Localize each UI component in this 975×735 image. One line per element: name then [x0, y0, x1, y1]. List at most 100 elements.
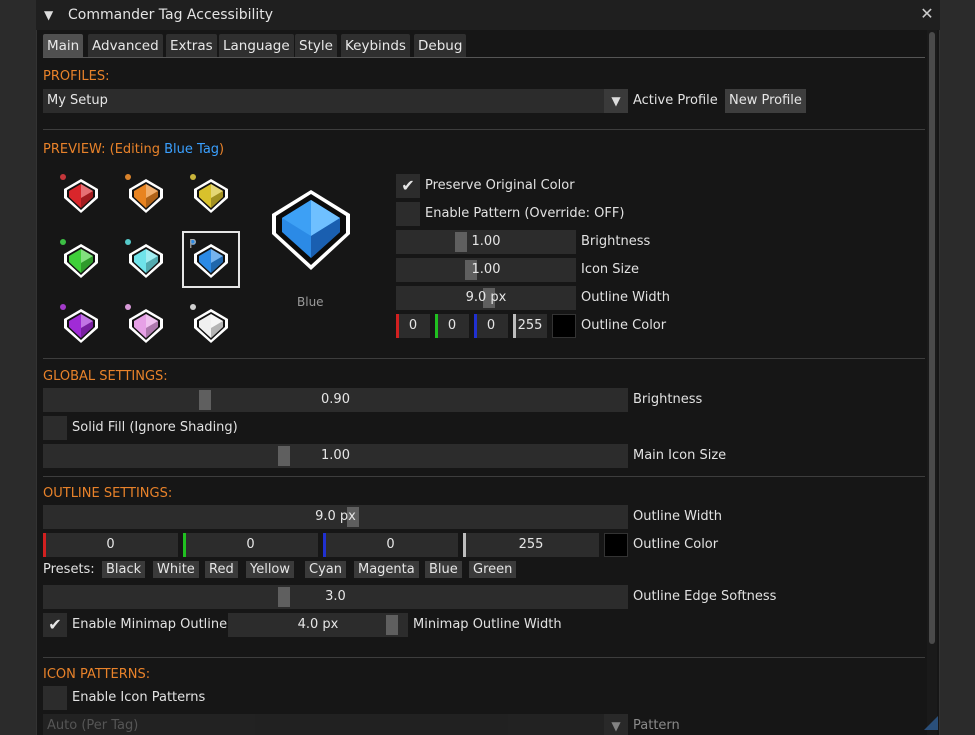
preview-outline-color-swatch[interactable]	[552, 314, 576, 338]
tab-language[interactable]: Language	[219, 34, 294, 58]
tab-style[interactable]: Style	[295, 34, 337, 58]
outline-edge-softness-slider[interactable]: 3.0	[43, 585, 628, 609]
outline-green-channel[interactable]: 0	[183, 533, 318, 557]
enable-icon-patterns-checkbox[interactable]	[43, 686, 67, 710]
separator	[43, 476, 925, 477]
preview-icon-size-slider[interactable]: 1.00	[396, 258, 576, 282]
tag-orange-icon[interactable]	[126, 176, 166, 216]
preview-green-channel[interactable]: 0	[435, 314, 469, 338]
selected-marker: P	[189, 237, 197, 251]
global-brightness-slider[interactable]: 0.90	[43, 388, 628, 412]
outline-blue-channel[interactable]: 0	[323, 533, 458, 557]
preset-magenta-button[interactable]: Magenta	[354, 561, 419, 578]
global-brightness-label: Brightness	[633, 392, 703, 407]
tab-advanced[interactable]: Advanced	[88, 34, 163, 58]
outline-color-label: Outline Color	[633, 537, 719, 552]
minimap-outline-width-slider[interactable]: 4.0 px	[228, 613, 408, 637]
minimap-outline-label: Enable Minimap Outline	[72, 617, 228, 632]
preview-header-tag: Blue Tag	[164, 142, 220, 157]
channel-value: 0	[486, 318, 496, 333]
separator	[43, 358, 925, 359]
tag-red-icon[interactable]	[61, 176, 101, 216]
preset-black-button[interactable]: Black	[102, 561, 146, 578]
slider-value: 1.00	[471, 234, 501, 249]
enable-pattern-checkbox[interactable]	[396, 202, 420, 226]
preset-yellow-button[interactable]: Yellow	[246, 561, 295, 578]
tag-purple-icon[interactable]	[61, 306, 101, 346]
preview-header-suffix: )	[219, 142, 225, 157]
preserve-color-checkbox[interactable]: ✔	[396, 174, 420, 198]
channel-value: 0	[447, 318, 457, 333]
tab-extras[interactable]: Extras	[166, 34, 217, 58]
preset-blue-button[interactable]: Blue	[425, 561, 462, 578]
preview-brightness-label: Brightness	[581, 234, 651, 249]
resize-grip-icon[interactable]	[924, 716, 938, 730]
outline-width-label: Outline Width	[633, 509, 722, 524]
tab-debug[interactable]: Debug	[414, 34, 467, 58]
tag-white-icon[interactable]	[191, 306, 231, 346]
pattern-combo-value: Auto (Per Tag)	[47, 718, 139, 733]
big-icon-label: Blue	[297, 295, 324, 309]
preview-blue-channel[interactable]: 0	[474, 314, 508, 338]
slider-value: 9.0 px	[315, 509, 356, 524]
preview-icon-size-label: Icon Size	[581, 262, 639, 277]
separator	[43, 657, 925, 658]
enable-pattern-label: Enable Pattern (Override: OFF)	[425, 206, 625, 221]
tab-keybinds[interactable]: Keybinds	[341, 34, 410, 58]
channel-value: 0	[246, 537, 255, 552]
enable-icon-patterns-label: Enable Icon Patterns	[72, 690, 206, 705]
tag-cyan-icon[interactable]	[126, 241, 166, 281]
new-profile-button[interactable]: New Profile	[725, 89, 806, 113]
outline-width-slider[interactable]: 9.0 px	[43, 505, 628, 529]
preset-cyan-button[interactable]: Cyan	[305, 561, 346, 578]
slider-value: 1.00	[471, 262, 501, 277]
global-settings-header: GLOBAL SETTINGS:	[43, 369, 168, 384]
outline-settings-header: OUTLINE SETTINGS:	[43, 486, 173, 501]
preview-outline-width-label: Outline Width	[581, 290, 670, 305]
outline-edge-softness-label: Outline Edge Softness	[633, 589, 777, 604]
tag-pink-icon[interactable]	[126, 306, 166, 346]
channel-value: 0	[106, 537, 115, 552]
main-icon-size-slider[interactable]: 1.00	[43, 444, 628, 468]
preview-alpha-channel[interactable]: 255	[513, 314, 547, 338]
outline-alpha-channel[interactable]: 255	[463, 533, 599, 557]
preview-outline-color-label: Outline Color	[581, 318, 667, 333]
preview-red-channel[interactable]: 0	[396, 314, 430, 338]
close-icon[interactable]: ✕	[918, 5, 936, 23]
icon-patterns-header: ICON PATTERNS:	[43, 667, 151, 682]
outline-red-channel[interactable]: 0	[43, 533, 178, 557]
profile-combo[interactable]: My Setup ▼	[43, 89, 628, 113]
preset-white-button[interactable]: White	[153, 561, 199, 578]
main-icon-size-label: Main Icon Size	[633, 448, 727, 463]
preset-green-button[interactable]: Green	[469, 561, 517, 578]
tag-yellow-icon[interactable]	[191, 176, 231, 216]
preview-outline-width-slider[interactable]: 9.0 px	[396, 286, 576, 310]
channel-value: 0	[408, 318, 418, 333]
solid-fill-checkbox[interactable]	[43, 416, 67, 440]
slider-value: 0.90	[321, 392, 350, 407]
collapse-arrow-icon[interactable]: ▼	[44, 8, 53, 22]
preset-red-button[interactable]: Red	[205, 561, 238, 578]
outline-color-swatch[interactable]	[604, 533, 628, 557]
slider-value: 4.0 px	[297, 617, 339, 632]
slider-value: 3.0	[325, 589, 346, 604]
chevron-down-icon[interactable]: ▼	[604, 89, 628, 113]
scrollbar-thumb[interactable]	[929, 32, 935, 644]
preview-brightness-slider[interactable]: 1.00	[396, 230, 576, 254]
preview-header-prefix: PREVIEW: (Editing	[43, 142, 165, 157]
minimap-outline-checkbox[interactable]: ✔	[43, 613, 67, 637]
tab-underline	[43, 57, 925, 58]
active-profile-label: Active Profile	[633, 93, 718, 108]
tab-main[interactable]: Main	[43, 34, 84, 58]
chevron-down-icon[interactable]: ▼	[604, 714, 628, 735]
channel-value: 0	[386, 537, 395, 552]
profiles-header: PROFILES:	[43, 69, 110, 84]
pattern-combo[interactable]: Auto (Per Tag) ▼	[43, 714, 628, 735]
channel-value: 255	[517, 318, 543, 333]
slider-value: 9.0 px	[465, 290, 507, 305]
preview-header: PREVIEW: (Editing Blue Tag)	[43, 142, 224, 157]
tag-green-icon[interactable]	[61, 241, 101, 281]
window-title: Commander Tag Accessibility	[68, 7, 274, 23]
big-blue-tag-icon	[272, 190, 350, 270]
channel-value: 255	[518, 537, 544, 552]
